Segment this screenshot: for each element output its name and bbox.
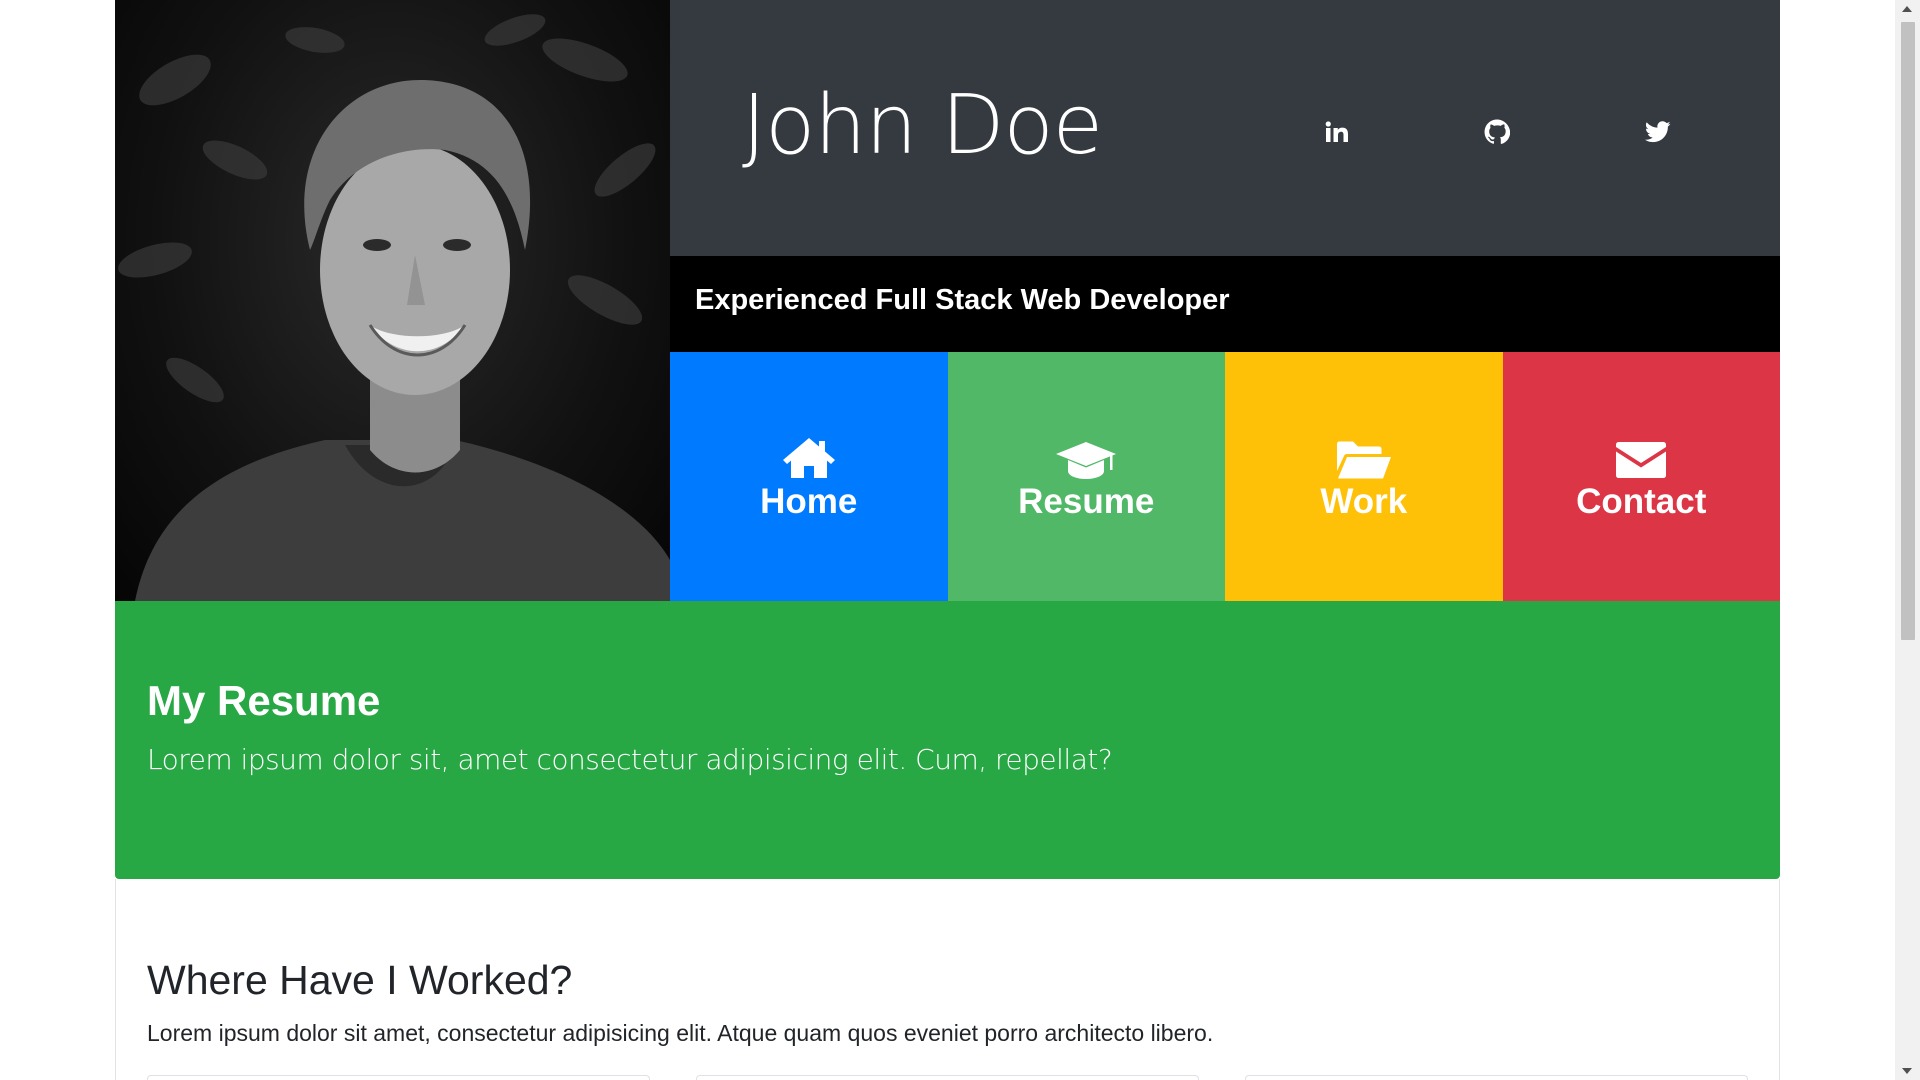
facebook-link[interactable] xyxy=(1796,112,1836,152)
tagline-bar: Experienced Full Stack Web Developer xyxy=(670,256,1780,352)
folder-open-icon xyxy=(1335,432,1393,480)
job-card xyxy=(147,1075,650,1080)
resume-intro: Lorem ipsum dolor sit, amet consectetur … xyxy=(147,743,1113,776)
nav-home[interactable]: Home xyxy=(670,352,948,601)
nav-resume-label: Resume xyxy=(1018,481,1155,521)
nav-home-label: Home xyxy=(760,481,858,521)
portrait-illustration xyxy=(118,14,670,601)
job-card xyxy=(696,1075,1199,1080)
scrollbar[interactable] xyxy=(1895,0,1920,1080)
graduation-cap-icon xyxy=(1055,432,1117,480)
nav-contact[interactable]: Contact xyxy=(1502,352,1780,601)
scroll-down-arrow[interactable] xyxy=(1902,1068,1912,1074)
nav-resume[interactable]: Resume xyxy=(947,352,1225,601)
page-container: John Doe Experienced Full Stack Web Deve… xyxy=(115,0,1823,1080)
nav-work[interactable]: Work xyxy=(1225,352,1503,601)
header: John Doe Experienced Full Stack Web Deve… xyxy=(115,0,1823,601)
envelope-icon xyxy=(1615,432,1667,480)
profile-photo xyxy=(115,0,670,601)
resume-banner: My Resume Lorem ipsum dolor sit, amet co… xyxy=(115,601,1780,879)
scroll-thumb[interactable] xyxy=(1901,22,1915,640)
profile-name: John Doe xyxy=(742,78,1103,173)
main-nav: Home Resume Work Contact xyxy=(670,352,1780,601)
name-bar: John Doe xyxy=(670,0,1823,256)
job-card xyxy=(1245,1075,1748,1080)
github-link[interactable] xyxy=(1477,112,1517,152)
worked-title: Where Have I Worked? xyxy=(147,957,573,1003)
home-icon xyxy=(781,432,837,480)
scroll-up-arrow[interactable] xyxy=(1902,6,1912,12)
twitter-link[interactable] xyxy=(1638,112,1678,152)
facebook-icon xyxy=(1809,120,1823,144)
linkedin-icon xyxy=(1325,121,1348,142)
resume-title: My Resume xyxy=(147,677,381,724)
nav-work-label: Work xyxy=(1320,481,1408,521)
linkedin-link[interactable] xyxy=(1317,112,1357,152)
github-icon xyxy=(1484,119,1510,144)
nav-contact-label: Contact xyxy=(1576,481,1707,521)
worked-section: Where Have I Worked? Lorem ipsum dolor s… xyxy=(115,879,1780,1080)
tagline: Experienced Full Stack Web Developer xyxy=(695,284,1230,316)
twitter-icon xyxy=(1645,121,1671,143)
worked-intro: Lorem ipsum dolor sit amet, consectetur … xyxy=(147,1020,1214,1046)
